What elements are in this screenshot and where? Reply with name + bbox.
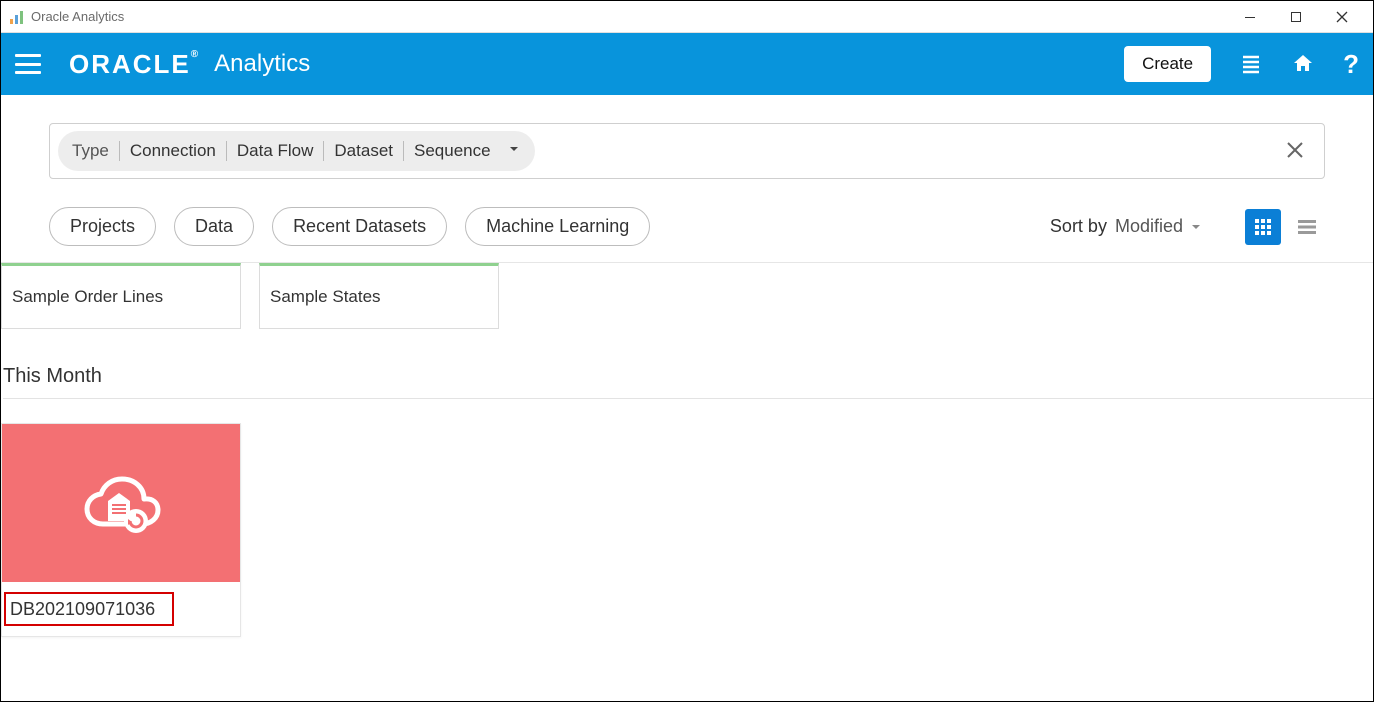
brand: ORACLE® Analytics [69, 49, 310, 80]
card-title: Sample States [270, 287, 381, 307]
tabs-row: Projects Data Recent Datasets Machine Le… [1, 179, 1373, 262]
grid-view-button[interactable] [1245, 209, 1281, 245]
card-sample-states[interactable]: Sample States [259, 263, 499, 329]
sort-by-value[interactable]: Modified [1115, 216, 1203, 237]
tile-label: DB202109071036 [10, 599, 155, 620]
sort-by-control[interactable]: Sort by Modified [1050, 216, 1203, 237]
view-toggle [1245, 209, 1325, 245]
section-rule [3, 398, 1373, 399]
tab-projects[interactable]: Projects [49, 207, 156, 246]
card-sample-order-lines[interactable]: Sample Order Lines [1, 263, 241, 329]
type-filter-chip[interactable]: Type Connection Data Flow Dataset Sequen… [58, 131, 535, 171]
tile-footer: DB202109071036 [2, 582, 240, 636]
app-header: ORACLE® Analytics Create ? [1, 33, 1373, 95]
tile-label-highlight: DB202109071036 [4, 592, 174, 626]
brand-analytics: Analytics [214, 50, 310, 78]
type-filter-item-dataset[interactable]: Dataset [323, 141, 403, 161]
tab-recent-datasets[interactable]: Recent Datasets [272, 207, 447, 246]
create-button[interactable]: Create [1124, 46, 1211, 82]
app-icon [9, 9, 25, 25]
list-view-button[interactable] [1289, 209, 1325, 245]
clear-filter-button[interactable] [1284, 139, 1306, 164]
chevron-down-icon[interactable] [507, 141, 521, 161]
help-icon[interactable]: ? [1343, 49, 1359, 80]
filter-box: Type Connection Data Flow Dataset Sequen… [49, 123, 1325, 179]
window-minimize-button[interactable] [1227, 1, 1273, 33]
type-filter-item-connection[interactable]: Connection [119, 141, 226, 161]
sort-by-label: Sort by [1050, 216, 1107, 237]
home-icon[interactable] [1291, 52, 1315, 76]
chevron-down-icon [1189, 220, 1203, 234]
hamburger-menu-button[interactable] [15, 54, 41, 74]
card-title: Sample Order Lines [12, 287, 163, 307]
window-close-button[interactable] [1319, 1, 1365, 33]
section-title-this-month: This Month [1, 329, 1373, 398]
tile-thumbnail [2, 424, 240, 582]
type-filter-label: Type [72, 141, 119, 161]
tab-data[interactable]: Data [174, 207, 254, 246]
content-area: Sample Order Lines Sample States This Mo… [1, 263, 1373, 637]
recent-cards-row: Sample Order Lines Sample States [1, 263, 1373, 329]
connection-tile[interactable]: DB202109071036 [1, 423, 241, 637]
filter-row: Type Connection Data Flow Dataset Sequen… [1, 95, 1373, 179]
tab-machine-learning[interactable]: Machine Learning [465, 207, 650, 246]
header-menu-list-icon[interactable] [1239, 52, 1263, 76]
os-titlebar: Oracle Analytics [1, 1, 1373, 33]
brand-oracle: ORACLE® [69, 49, 200, 80]
window-maximize-button[interactable] [1273, 1, 1319, 33]
type-filter-item-dataflow[interactable]: Data Flow [226, 141, 324, 161]
type-filter-item-sequence[interactable]: Sequence [403, 141, 501, 161]
window-title: Oracle Analytics [31, 9, 124, 24]
cloud-database-icon [76, 463, 166, 543]
